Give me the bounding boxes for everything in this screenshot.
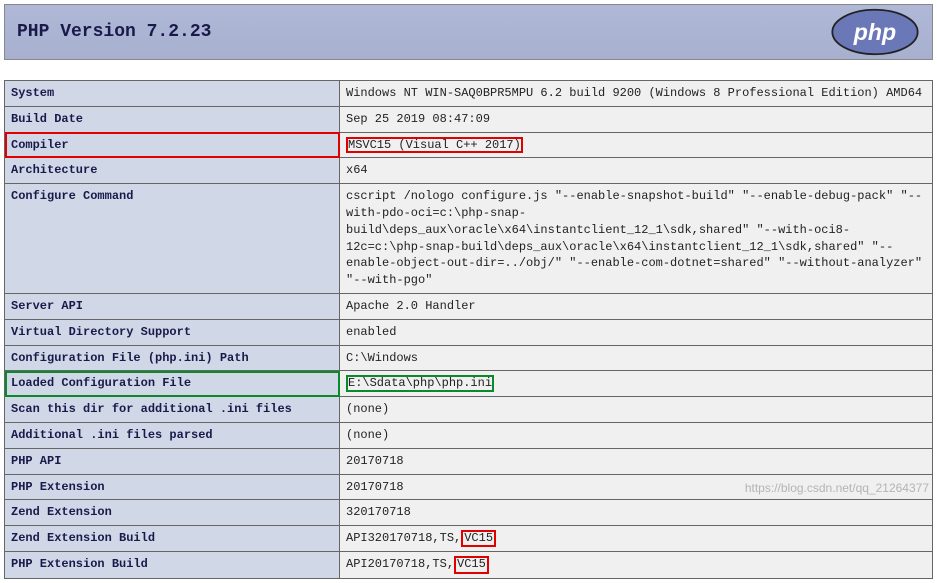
page-title: PHP Version 7.2.23	[17, 22, 211, 42]
val-zend-ext-build-vc: VC15	[461, 530, 496, 547]
key-compiler: Compiler	[5, 132, 340, 158]
val-compiler-text: MSVC15 (Visual C++ 2017)	[346, 137, 523, 154]
val-virtual-dir: enabled	[340, 319, 933, 345]
table-row: PHP Extension 20170718	[5, 474, 933, 500]
val-build-date: Sep 25 2019 08:47:09	[340, 106, 933, 132]
key-additional-ini: Additional .ini files parsed	[5, 422, 340, 448]
phpinfo-table: System Windows NT WIN-SAQ0BPR5MPU 6.2 bu…	[4, 80, 933, 579]
table-row: Additional .ini files parsed (none)	[5, 422, 933, 448]
key-system: System	[5, 81, 340, 107]
table-row: PHP Extension Build API20170718,TS,VC15	[5, 552, 933, 578]
val-php-ext-build-prefix: API20170718,TS,	[346, 557, 454, 571]
table-row: Server API Apache 2.0 Handler	[5, 293, 933, 319]
table-row: Build Date Sep 25 2019 08:47:09	[5, 106, 933, 132]
val-php-ext: 20170718	[340, 474, 933, 500]
key-architecture: Architecture	[5, 158, 340, 184]
key-scan-dir: Scan this dir for additional .ini files	[5, 397, 340, 423]
table-row: System Windows NT WIN-SAQ0BPR5MPU 6.2 bu…	[5, 81, 933, 107]
key-zend-ext: Zend Extension	[5, 500, 340, 526]
val-system: Windows NT WIN-SAQ0BPR5MPU 6.2 build 920…	[340, 81, 933, 107]
table-row: Architecture x64	[5, 158, 933, 184]
val-zend-ext: 320170718	[340, 500, 933, 526]
table-row: Configure Command cscript /nologo config…	[5, 184, 933, 294]
table-row: Loaded Configuration File E:\Sdata\php\p…	[5, 371, 933, 397]
val-compiler: MSVC15 (Visual C++ 2017)	[340, 132, 933, 158]
key-config-path: Configuration File (php.ini) Path	[5, 345, 340, 371]
val-zend-ext-build: API320170718,TS,VC15	[340, 526, 933, 552]
phpinfo-header: PHP Version 7.2.23 php	[4, 4, 933, 60]
key-loaded-config: Loaded Configuration File	[5, 371, 340, 397]
key-build-date: Build Date	[5, 106, 340, 132]
val-architecture: x64	[340, 158, 933, 184]
table-row: Zend Extension 320170718	[5, 500, 933, 526]
key-php-ext: PHP Extension	[5, 474, 340, 500]
svg-text:php: php	[853, 19, 896, 45]
key-zend-ext-build: Zend Extension Build	[5, 526, 340, 552]
val-config-path: C:\Windows	[340, 345, 933, 371]
val-zend-ext-build-prefix: API320170718,TS,	[346, 531, 461, 545]
val-loaded-config: E:\Sdata\php\php.ini	[340, 371, 933, 397]
table-row: Virtual Directory Support enabled	[5, 319, 933, 345]
table-row: Configuration File (php.ini) Path C:\Win…	[5, 345, 933, 371]
key-php-api: PHP API	[5, 448, 340, 474]
val-configure-command: cscript /nologo configure.js "--enable-s…	[340, 184, 933, 294]
val-php-ext-build: API20170718,TS,VC15	[340, 552, 933, 578]
val-scan-dir: (none)	[340, 397, 933, 423]
table-row: Compiler MSVC15 (Visual C++ 2017)	[5, 132, 933, 158]
val-php-ext-build-vc: VC15	[454, 556, 489, 573]
key-virtual-dir: Virtual Directory Support	[5, 319, 340, 345]
val-php-api: 20170718	[340, 448, 933, 474]
table-row: Zend Extension Build API320170718,TS,VC1…	[5, 526, 933, 552]
key-server-api: Server API	[5, 293, 340, 319]
val-loaded-config-text: E:\Sdata\php\php.ini	[346, 375, 494, 392]
val-additional-ini: (none)	[340, 422, 933, 448]
val-server-api: Apache 2.0 Handler	[340, 293, 933, 319]
table-row: Scan this dir for additional .ini files …	[5, 397, 933, 423]
php-logo-icon: php	[830, 8, 920, 56]
key-php-ext-build: PHP Extension Build	[5, 552, 340, 578]
table-row: PHP API 20170718	[5, 448, 933, 474]
key-configure-command: Configure Command	[5, 184, 340, 294]
